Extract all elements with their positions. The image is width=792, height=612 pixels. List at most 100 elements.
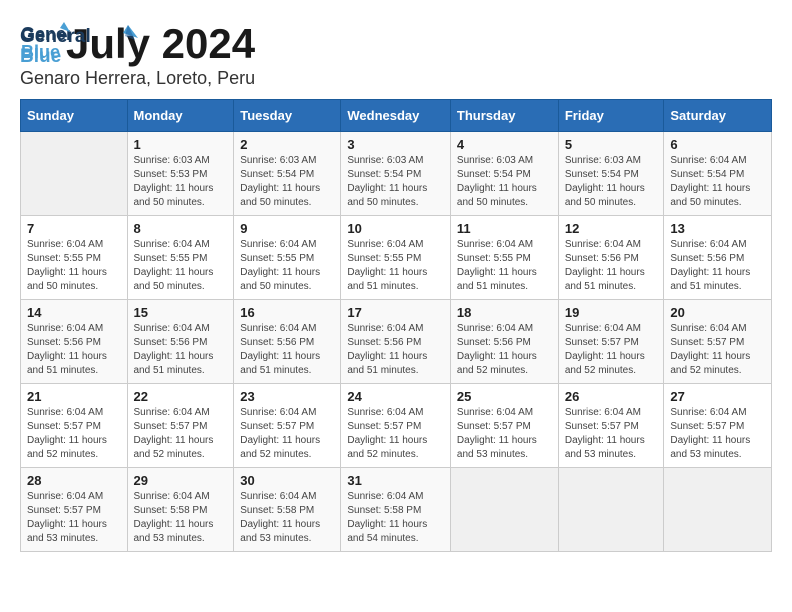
day-number: 3 bbox=[347, 137, 444, 152]
day-number: 30 bbox=[240, 473, 334, 488]
calendar-cell: 6 Sunrise: 6:04 AM Sunset: 5:54 PM Daylig… bbox=[664, 132, 772, 216]
calendar-day-header: Friday bbox=[558, 100, 664, 132]
day-info: Sunrise: 6:04 AM Sunset: 5:58 PM Dayligh… bbox=[134, 490, 228, 546]
day-info: Sunrise: 6:04 AM Sunset: 5:58 PM Dayligh… bbox=[347, 490, 444, 546]
calendar-week-row: 28 Sunrise: 6:04 AM Sunset: 5:57 PM Dayli… bbox=[21, 468, 772, 552]
calendar-day-header: Sunday bbox=[21, 100, 128, 132]
day-number: 4 bbox=[457, 137, 552, 152]
day-info: Sunrise: 6:04 AM Sunset: 5:55 PM Dayligh… bbox=[240, 238, 334, 294]
day-info: Sunrise: 6:03 AM Sunset: 5:53 PM Dayligh… bbox=[134, 154, 228, 210]
calendar-cell bbox=[558, 468, 664, 552]
calendar-cell: 20 Sunrise: 6:04 AM Sunset: 5:57 PM Dayli… bbox=[664, 300, 772, 384]
day-number: 9 bbox=[240, 221, 334, 236]
calendar-cell: 24 Sunrise: 6:04 AM Sunset: 5:57 PM Dayli… bbox=[341, 384, 451, 468]
calendar-cell: 18Sunrise: 6:04 AM Sunset: 5:56 PM Dayli… bbox=[450, 300, 558, 384]
day-number: 28 bbox=[27, 473, 121, 488]
calendar-day-header: Wednesday bbox=[341, 100, 451, 132]
day-info: Sunrise: 6:04 AM Sunset: 5:58 PM Dayligh… bbox=[240, 490, 334, 546]
day-info: Sunrise: 6:04 AM Sunset: 5:57 PM Dayligh… bbox=[670, 322, 765, 378]
day-info: Sunrise: 6:03 AM Sunset: 5:54 PM Dayligh… bbox=[565, 154, 658, 210]
day-info: Sunrise: 6:04 AM Sunset: 5:57 PM Dayligh… bbox=[27, 490, 121, 546]
calendar-cell: 28 Sunrise: 6:04 AM Sunset: 5:57 PM Dayli… bbox=[21, 468, 128, 552]
calendar-cell: 1Sunrise: 6:03 AM Sunset: 5:53 PM Daylig… bbox=[127, 132, 234, 216]
day-number: 14 bbox=[27, 305, 121, 320]
calendar-cell: 8 Sunrise: 6:04 AM Sunset: 5:55 PM Daylig… bbox=[127, 216, 234, 300]
calendar-cell: 10Sunrise: 6:04 AM Sunset: 5:55 PM Dayli… bbox=[341, 216, 451, 300]
day-info: Sunrise: 6:04 AM Sunset: 5:55 PM Dayligh… bbox=[27, 238, 121, 294]
day-number: 19 bbox=[565, 305, 658, 320]
day-info: Sunrise: 6:04 AM Sunset: 5:57 PM Dayligh… bbox=[240, 406, 334, 462]
day-number: 12 bbox=[565, 221, 658, 236]
day-info: Sunrise: 6:04 AM Sunset: 5:56 PM Dayligh… bbox=[670, 238, 765, 294]
calendar-cell: 23 Sunrise: 6:04 AM Sunset: 5:57 PM Dayli… bbox=[234, 384, 341, 468]
day-info: Sunrise: 6:04 AM Sunset: 5:56 PM Dayligh… bbox=[240, 322, 334, 378]
calendar-week-row: 14 Sunrise: 6:04 AM Sunset: 5:56 PM Dayli… bbox=[21, 300, 772, 384]
svg-text:General: General bbox=[20, 26, 91, 47]
logo-full-svg: General Blue bbox=[20, 20, 140, 70]
calendar-cell bbox=[664, 468, 772, 552]
day-info: Sunrise: 6:04 AM Sunset: 5:56 PM Dayligh… bbox=[347, 322, 444, 378]
day-number: 21 bbox=[27, 389, 121, 404]
day-number: 11 bbox=[457, 221, 552, 236]
day-number: 6 bbox=[670, 137, 765, 152]
day-number: 15 bbox=[134, 305, 228, 320]
calendar-cell bbox=[21, 132, 128, 216]
day-info: Sunrise: 6:03 AM Sunset: 5:54 PM Dayligh… bbox=[240, 154, 334, 210]
day-info: Sunrise: 6:03 AM Sunset: 5:54 PM Dayligh… bbox=[347, 154, 444, 210]
day-number: 20 bbox=[670, 305, 765, 320]
day-number: 16 bbox=[240, 305, 334, 320]
calendar-cell bbox=[450, 468, 558, 552]
logo-real: General Blue bbox=[20, 20, 140, 70]
day-number: 10 bbox=[347, 221, 444, 236]
day-number: 26 bbox=[565, 389, 658, 404]
day-info: Sunrise: 6:04 AM Sunset: 5:57 PM Dayligh… bbox=[457, 406, 552, 462]
calendar-week-row: 7Sunrise: 6:04 AM Sunset: 5:55 PM Daylig… bbox=[21, 216, 772, 300]
calendar-table: SundayMondayTuesdayWednesdayThursdayFrid… bbox=[20, 99, 772, 552]
calendar-day-header: Tuesday bbox=[234, 100, 341, 132]
day-info: Sunrise: 6:03 AM Sunset: 5:54 PM Dayligh… bbox=[457, 154, 552, 210]
calendar-cell: 7Sunrise: 6:04 AM Sunset: 5:55 PM Daylig… bbox=[21, 216, 128, 300]
day-info: Sunrise: 6:04 AM Sunset: 5:56 PM Dayligh… bbox=[27, 322, 121, 378]
day-number: 27 bbox=[670, 389, 765, 404]
calendar-cell: 29Sunrise: 6:04 AM Sunset: 5:58 PM Dayli… bbox=[127, 468, 234, 552]
page-subtitle: Genaro Herrera, Loreto, Peru bbox=[20, 68, 255, 89]
day-info: Sunrise: 6:04 AM Sunset: 5:57 PM Dayligh… bbox=[347, 406, 444, 462]
calendar-cell: 4 Sunrise: 6:03 AM Sunset: 5:54 PM Daylig… bbox=[450, 132, 558, 216]
calendar-cell: 11 Sunrise: 6:04 AM Sunset: 5:55 PM Dayli… bbox=[450, 216, 558, 300]
calendar-week-row: 21 Sunrise: 6:04 AM Sunset: 5:57 PM Dayli… bbox=[21, 384, 772, 468]
calendar-cell: 25Sunrise: 6:04 AM Sunset: 5:57 PM Dayli… bbox=[450, 384, 558, 468]
calendar-cell: 21 Sunrise: 6:04 AM Sunset: 5:57 PM Dayli… bbox=[21, 384, 128, 468]
day-info: Sunrise: 6:04 AM Sunset: 5:55 PM Dayligh… bbox=[457, 238, 552, 294]
day-number: 17 bbox=[347, 305, 444, 320]
calendar-cell: 3 Sunrise: 6:03 AM Sunset: 5:54 PM Daylig… bbox=[341, 132, 451, 216]
calendar-day-header: Saturday bbox=[664, 100, 772, 132]
day-info: Sunrise: 6:04 AM Sunset: 5:57 PM Dayligh… bbox=[565, 322, 658, 378]
calendar-cell: 13 Sunrise: 6:04 AM Sunset: 5:56 PM Dayli… bbox=[664, 216, 772, 300]
day-number: 23 bbox=[240, 389, 334, 404]
calendar-cell: 22Sunrise: 6:04 AM Sunset: 5:57 PM Dayli… bbox=[127, 384, 234, 468]
svg-text:Blue: Blue bbox=[20, 46, 61, 67]
calendar-cell: 12 Sunrise: 6:04 AM Sunset: 5:56 PM Dayli… bbox=[558, 216, 664, 300]
day-number: 8 bbox=[134, 221, 228, 236]
day-number: 24 bbox=[347, 389, 444, 404]
calendar-day-header: Monday bbox=[127, 100, 234, 132]
day-info: Sunrise: 6:04 AM Sunset: 5:54 PM Dayligh… bbox=[670, 154, 765, 210]
calendar-cell: 2Sunrise: 6:03 AM Sunset: 5:54 PM Daylig… bbox=[234, 132, 341, 216]
day-info: Sunrise: 6:04 AM Sunset: 5:57 PM Dayligh… bbox=[565, 406, 658, 462]
day-info: Sunrise: 6:04 AM Sunset: 5:57 PM Dayligh… bbox=[134, 406, 228, 462]
calendar-cell: 26 Sunrise: 6:04 AM Sunset: 5:57 PM Dayli… bbox=[558, 384, 664, 468]
calendar-cell: 27 Sunrise: 6:04 AM Sunset: 5:57 PM Dayli… bbox=[664, 384, 772, 468]
calendar-cell: 15 Sunrise: 6:04 AM Sunset: 5:56 PM Dayli… bbox=[127, 300, 234, 384]
day-info: Sunrise: 6:04 AM Sunset: 5:56 PM Dayligh… bbox=[565, 238, 658, 294]
calendar-cell: 14 Sunrise: 6:04 AM Sunset: 5:56 PM Dayli… bbox=[21, 300, 128, 384]
day-info: Sunrise: 6:04 AM Sunset: 5:55 PM Dayligh… bbox=[134, 238, 228, 294]
calendar-cell: 17 Sunrise: 6:04 AM Sunset: 5:56 PM Dayli… bbox=[341, 300, 451, 384]
day-info: Sunrise: 6:04 AM Sunset: 5:56 PM Dayligh… bbox=[457, 322, 552, 378]
day-info: Sunrise: 6:04 AM Sunset: 5:56 PM Dayligh… bbox=[134, 322, 228, 378]
day-info: Sunrise: 6:04 AM Sunset: 5:57 PM Dayligh… bbox=[27, 406, 121, 462]
day-info: Sunrise: 6:04 AM Sunset: 5:57 PM Dayligh… bbox=[670, 406, 765, 462]
calendar-cell: 19 Sunrise: 6:04 AM Sunset: 5:57 PM Dayli… bbox=[558, 300, 664, 384]
day-number: 13 bbox=[670, 221, 765, 236]
calendar-day-header: Thursday bbox=[450, 100, 558, 132]
day-number: 5 bbox=[565, 137, 658, 152]
